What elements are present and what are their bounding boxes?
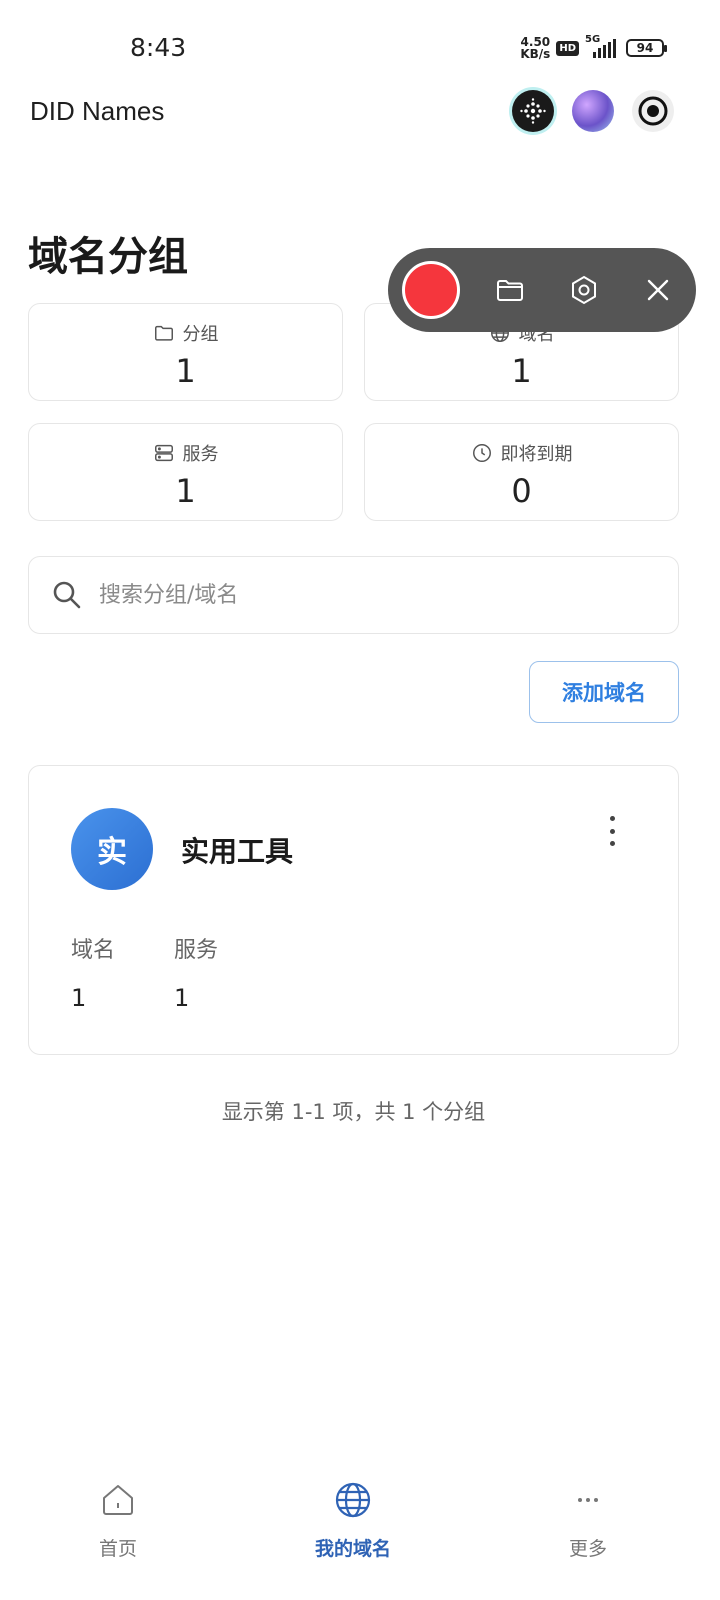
add-domain-button[interactable]: 添加域名 — [529, 661, 679, 723]
pagination-summary: 显示第 1-1 项，共 1 个分组 — [221, 1100, 486, 1124]
network-type: 5G — [585, 34, 601, 45]
stat-value: 1 — [511, 352, 532, 390]
search-box[interactable] — [28, 556, 679, 634]
group-domains-stat: 域名 1 — [71, 932, 115, 1012]
screen-recorder-toolbar — [388, 248, 696, 332]
nav-label: 首页 — [98, 1538, 137, 1560]
folder-button[interactable] — [490, 270, 530, 310]
settings-button[interactable] — [564, 270, 604, 310]
stat-card-services[interactable]: 服务 1 — [28, 423, 343, 521]
stat-value: 1 — [175, 472, 196, 510]
battery-level: 94 — [636, 41, 654, 55]
stat-label: 服务 — [182, 444, 219, 465]
close-icon — [647, 279, 669, 301]
stat-label: 即将到期 — [500, 444, 573, 465]
network-speed-unit: KB/s — [520, 47, 551, 61]
settings-icon — [572, 275, 596, 305]
clock-icon — [472, 444, 491, 462]
nav-item-my-domains[interactable]: 我的域名 — [283, 1480, 423, 1561]
server-icon — [154, 444, 173, 462]
avatar-icon[interactable] — [572, 90, 614, 132]
nav-item-home[interactable]: 首页 — [48, 1480, 188, 1561]
stat-value: 0 — [511, 472, 532, 510]
stat-value: 1 — [175, 352, 196, 390]
status-time: 8:43 — [130, 33, 187, 62]
network-speed: 4.50 KB/s — [520, 36, 550, 60]
record-icon[interactable] — [632, 90, 674, 132]
battery-icon: 94 — [626, 39, 667, 57]
signal-icon: 5G — [585, 34, 616, 58]
group-services-label: 服务 — [174, 938, 219, 963]
status-indicators: 4.50 KB/s HD 5G 94 — [520, 34, 667, 60]
dots-app-icon[interactable] — [512, 90, 554, 132]
folder-icon — [497, 280, 523, 301]
globe-icon — [333, 1480, 373, 1520]
group-domains-count: 1 — [71, 984, 87, 1012]
group-services-stat: 服务 1 — [174, 932, 218, 1012]
record-button[interactable] — [402, 261, 460, 319]
status-bar: 8:43 4.50 KB/s HD 5G 94 — [0, 0, 720, 96]
search-input[interactable] — [99, 582, 619, 608]
header-actions — [512, 90, 674, 132]
app-header: DID Names — [0, 88, 720, 138]
home-icon — [98, 1480, 138, 1520]
stat-card-expiring[interactable]: 即将到期 0 — [364, 423, 679, 521]
group-services-count: 1 — [174, 984, 190, 1012]
nav-label: 更多 — [568, 1538, 607, 1560]
page-title: 域名分组 — [28, 234, 188, 280]
stat-card-groups[interactable]: 分组 1 — [28, 303, 343, 401]
search-icon — [53, 581, 81, 609]
stat-label: 分组 — [182, 324, 219, 345]
more-icon — [568, 1480, 608, 1520]
group-card[interactable]: 实 实用工具 域名 1 服务 1 — [28, 765, 679, 1055]
hd-badge: HD — [556, 40, 579, 56]
close-button[interactable] — [638, 270, 678, 310]
group-domains-label: 域名 — [71, 938, 116, 963]
nav-label: 我的域名 — [314, 1538, 391, 1560]
group-avatar: 实 — [71, 808, 153, 890]
nav-item-more[interactable]: 更多 — [518, 1480, 658, 1561]
more-vertical-icon[interactable] — [602, 816, 622, 846]
folder-icon — [154, 325, 173, 341]
app-title: DID Names — [30, 96, 165, 126]
bottom-nav: 首页 我的域名 更多 — [0, 1470, 720, 1600]
group-name: 实用工具 — [181, 835, 294, 868]
